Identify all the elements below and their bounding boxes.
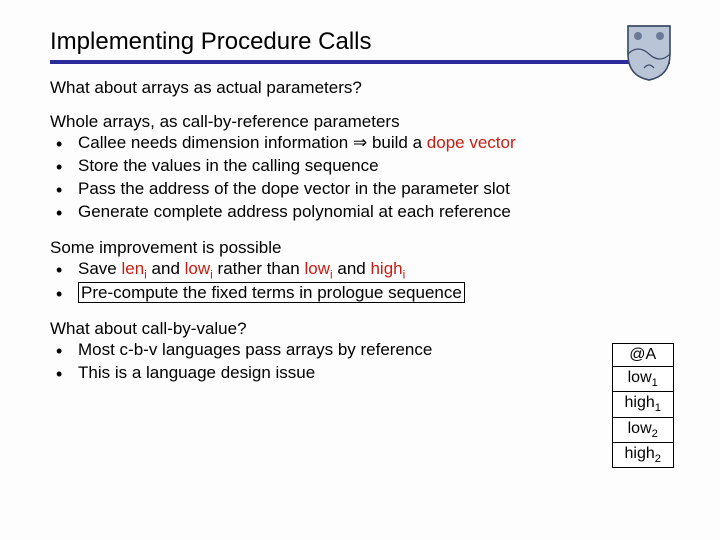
len-term: leni bbox=[121, 259, 146, 278]
section-improvement: Some improvement is possible bbox=[50, 238, 670, 258]
list-item: Save leni and lowi rather than lowi and … bbox=[56, 258, 670, 282]
list-item: Generate complete address polynomial at … bbox=[56, 201, 670, 224]
bullets-cbv: Most c-b-v languages pass arrays by refe… bbox=[50, 339, 670, 385]
list-item: Store the values in the calling sequence bbox=[56, 155, 670, 178]
section-cbv: What about call-by-value? bbox=[50, 319, 670, 339]
slide-title: Implementing Procedure Calls bbox=[50, 28, 670, 56]
text: Save bbox=[78, 259, 121, 278]
bullets-improvement: Save leni and lowi rather than lowi and … bbox=[50, 258, 670, 305]
title-rule bbox=[50, 60, 670, 64]
text: Callee needs dimension information bbox=[78, 133, 353, 152]
table-cell: low2 bbox=[612, 417, 673, 442]
table-cell: high1 bbox=[612, 392, 673, 417]
list-item: Pre-compute the fixed terms in prologue … bbox=[56, 282, 670, 305]
text: build a bbox=[367, 133, 427, 152]
boxed-text: Pre-compute the fixed terms in prologue … bbox=[78, 282, 465, 303]
implies-arrow-icon: ⇒ bbox=[353, 133, 367, 152]
list-item: This is a language design issue bbox=[56, 362, 670, 385]
table-cell: @A bbox=[612, 344, 673, 367]
text: rather than bbox=[213, 259, 305, 278]
dope-vector-table: @A low1 high1 low2 high2 bbox=[612, 343, 674, 468]
section-whole-arrays: Whole arrays, as call-by-reference param… bbox=[50, 112, 670, 132]
list-item: Pass the address of the dope vector in t… bbox=[56, 178, 670, 201]
text: and bbox=[333, 259, 371, 278]
text: and bbox=[147, 259, 185, 278]
lead-question: What about arrays as actual parameters? bbox=[50, 78, 670, 98]
table-cell: low1 bbox=[612, 367, 673, 392]
shield-crest-icon bbox=[624, 22, 674, 82]
dope-vector-term: dope vector bbox=[427, 133, 516, 152]
list-item: Most c-b-v languages pass arrays by refe… bbox=[56, 339, 670, 362]
low-term: lowi bbox=[185, 259, 213, 278]
low-term: lowi bbox=[304, 259, 332, 278]
table-cell: high2 bbox=[612, 442, 673, 467]
bullets-whole-arrays: Callee needs dimension information ⇒ bui… bbox=[50, 132, 670, 224]
high-term: highi bbox=[370, 259, 405, 278]
list-item: Callee needs dimension information ⇒ bui… bbox=[56, 132, 670, 155]
